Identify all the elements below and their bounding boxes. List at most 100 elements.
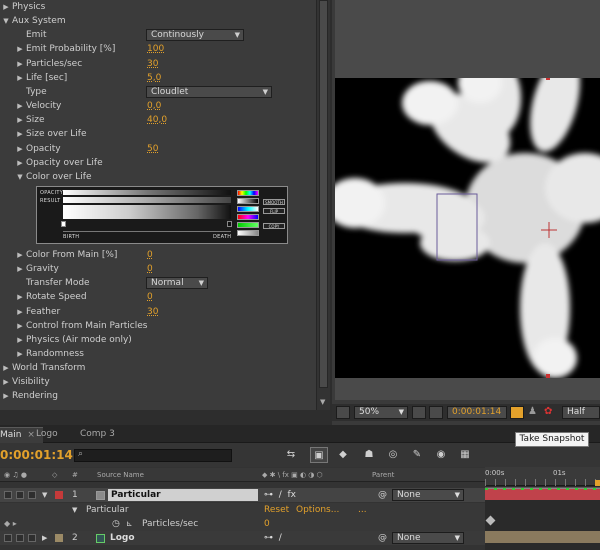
twirl-right-icon[interactable]: ▶ [16, 71, 24, 85]
twirl-right-icon[interactable]: ▶ [16, 156, 24, 170]
layer-search-input[interactable]: ⌕ [74, 449, 232, 462]
scroll-down-arrow-icon[interactable]: ▼ [320, 398, 325, 406]
twirl-right-icon[interactable]: ▶ [2, 375, 10, 389]
layer-switches[interactable]: ⊶ / [264, 531, 282, 545]
property-row-control-from-main-particles[interactable]: ▶ Control from Main Particles [0, 319, 316, 333]
current-timecode[interactable]: 0:00:01:14 [0, 448, 73, 462]
color-over-life-gradient-editor[interactable]: OPACITY RESULT BIRTH DEATH SMOOTH FLIP C… [36, 186, 288, 244]
property-value[interactable]: 5,0 [147, 71, 161, 85]
parent-dropdown[interactable]: None ▼ [392, 532, 464, 544]
twirl-right-icon[interactable]: ▶ [16, 290, 24, 304]
birth-color-stop[interactable] [61, 221, 66, 227]
property-row-rotate-speed[interactable]: ▶ Rotate Speed 0 [0, 290, 316, 304]
property-value[interactable]: 50 [147, 142, 158, 156]
property-row-physics[interactable]: ▶ Physics [0, 0, 316, 14]
more-link[interactable]: ... [358, 503, 367, 517]
tab-logo[interactable]: Logo [28, 427, 66, 443]
property-value[interactable]: 30 [147, 305, 158, 319]
reset-link[interactable]: Reset [264, 503, 289, 517]
property-dropdown[interactable]: Continously ▼ [146, 29, 244, 42]
property-row-particles-sec[interactable]: ◆ ▸ ◷ ⊾ Particles/sec 0 [0, 517, 485, 531]
keyframe-diamond-icon[interactable] [485, 515, 496, 526]
audio-switch[interactable] [16, 534, 24, 542]
keyframe-nav-icon[interactable]: ◆ ▸ [4, 517, 17, 531]
time-ruler[interactable]: 0:00s 01s [485, 467, 600, 486]
property-value[interactable]: 0 [147, 248, 153, 262]
twirl-right-icon[interactable]: ▶ [16, 127, 24, 141]
twirl-right-icon[interactable]: ▶ [16, 142, 24, 156]
twirl-right-icon[interactable]: ▶ [16, 57, 24, 71]
twirl-right-icon[interactable]: ▶ [2, 361, 10, 375]
property-row-aux-system[interactable]: ▼ Aux System [0, 14, 316, 28]
property-value[interactable]: 0 [147, 290, 153, 304]
always-preview-icon[interactable] [336, 406, 350, 419]
preset-bw-button[interactable] [237, 198, 259, 204]
property-row-rendering[interactable]: ▶ Rendering [0, 389, 316, 403]
preset-rainbow-button[interactable] [237, 190, 259, 196]
mask-visibility-icon[interactable] [429, 406, 443, 419]
parent-pickwhip-icon[interactable]: @ [378, 488, 387, 502]
resolution-dropdown[interactable]: Half [562, 406, 600, 419]
twirl-down-icon[interactable]: ▼ [72, 503, 77, 517]
comp-mini-flowchart-icon[interactable]: ⇆ [282, 447, 300, 463]
viewer-timecode[interactable]: 0:00:01:14 [447, 406, 507, 419]
layer-name[interactable]: Particular [108, 489, 258, 501]
property-row-type[interactable]: Type Cloudlet ▼ [0, 85, 316, 99]
property-row-randomness[interactable]: ▶ Randomness [0, 347, 316, 361]
layer-switches[interactable]: ⊶ / fx [264, 488, 296, 502]
flip-button[interactable]: FLIP [263, 208, 285, 214]
preset-gray-button[interactable] [237, 230, 259, 236]
camera-snapshot-icon[interactable] [510, 406, 524, 419]
opacity-gradient-bar[interactable] [63, 190, 231, 195]
property-row-gravity[interactable]: ▶ Gravity 0 [0, 262, 316, 276]
property-row-size[interactable]: ▶ Size 40,0 [0, 113, 316, 127]
channel-icon[interactable]: ✿ [544, 406, 558, 419]
layer-row-logo[interactable]: ▶ 2 Logo ⊶ / @ None ▼ [0, 531, 485, 545]
property-dropdown[interactable]: Cloudlet ▼ [146, 85, 272, 98]
property-row-size-over-life[interactable]: ▶ Size over Life [0, 127, 316, 141]
property-value[interactable]: 0 [147, 262, 153, 276]
options-link[interactable]: Options... [296, 503, 339, 517]
motion-blur-icon[interactable]: ◎ [384, 447, 402, 463]
property-row-particles-sec[interactable]: ▶ Particles/sec 30 [0, 57, 316, 71]
video-switch[interactable] [4, 534, 12, 542]
frame-blending-icon[interactable]: ☗ [360, 447, 378, 463]
property-row-transfer-mode[interactable]: Transfer Mode Normal ▼ [0, 276, 316, 290]
current-time-indicator[interactable] [595, 480, 600, 486]
property-row-velocity[interactable]: ▶ Velocity 0,0 [0, 99, 316, 113]
draft-3d-icon[interactable]: ▣ [310, 447, 328, 463]
lock-switch[interactable] [28, 534, 36, 542]
property-row-emit[interactable]: Emit Continously ▼ [0, 28, 316, 42]
property-row-opacity[interactable]: ▶ Opacity 50 [0, 142, 316, 156]
twirl-right-icon[interactable]: ▶ [42, 531, 47, 545]
label-color-swatch[interactable] [55, 534, 63, 542]
parent-pickwhip-icon[interactable]: @ [378, 531, 387, 545]
auto-keyframe-icon[interactable]: ▦ [456, 447, 474, 463]
show-snapshot-icon[interactable]: ♟ [528, 406, 540, 419]
graph-editor-icon[interactable]: ◉ [432, 447, 450, 463]
lock-switch[interactable] [28, 491, 36, 499]
property-value[interactable]: 100 [147, 42, 164, 56]
color-gradient-bar[interactable] [63, 205, 231, 219]
effects-scrollbar[interactable]: ▼ [316, 0, 330, 410]
effects-scrollbar-thumb[interactable] [319, 0, 328, 388]
hide-shy-layers-icon[interactable]: ◆ [334, 447, 352, 463]
zoom-dropdown[interactable]: 50% ▼ [354, 406, 408, 419]
smooth-button[interactable]: SMOOTH [263, 199, 285, 205]
property-row-physics-air-mode-only[interactable]: ▶ Physics (Air mode only) [0, 333, 316, 347]
property-row-opacity-over-life[interactable]: ▶ Opacity over Life [0, 156, 316, 170]
stopwatch-icon[interactable]: ◷ [112, 517, 120, 531]
property-row-color-from-main[interactable]: ▶ Color From Main [%] 0 [0, 248, 316, 262]
twirl-down-icon[interactable]: ▼ [42, 488, 47, 502]
property-value[interactable]: 40,0 [147, 113, 167, 127]
twirl-right-icon[interactable]: ▶ [16, 262, 24, 276]
twirl-down-icon[interactable]: ▼ [2, 14, 10, 28]
copy-button[interactable]: COPY [263, 223, 285, 229]
preset-blue-button[interactable] [237, 206, 259, 212]
twirl-right-icon[interactable]: ▶ [16, 319, 24, 333]
composition-viewer[interactable] [335, 0, 600, 400]
video-switch[interactable] [4, 491, 12, 499]
property-row-visibility[interactable]: ▶ Visibility [0, 375, 316, 389]
property-value[interactable]: 0 [264, 517, 270, 531]
property-value[interactable]: 30 [147, 57, 158, 71]
